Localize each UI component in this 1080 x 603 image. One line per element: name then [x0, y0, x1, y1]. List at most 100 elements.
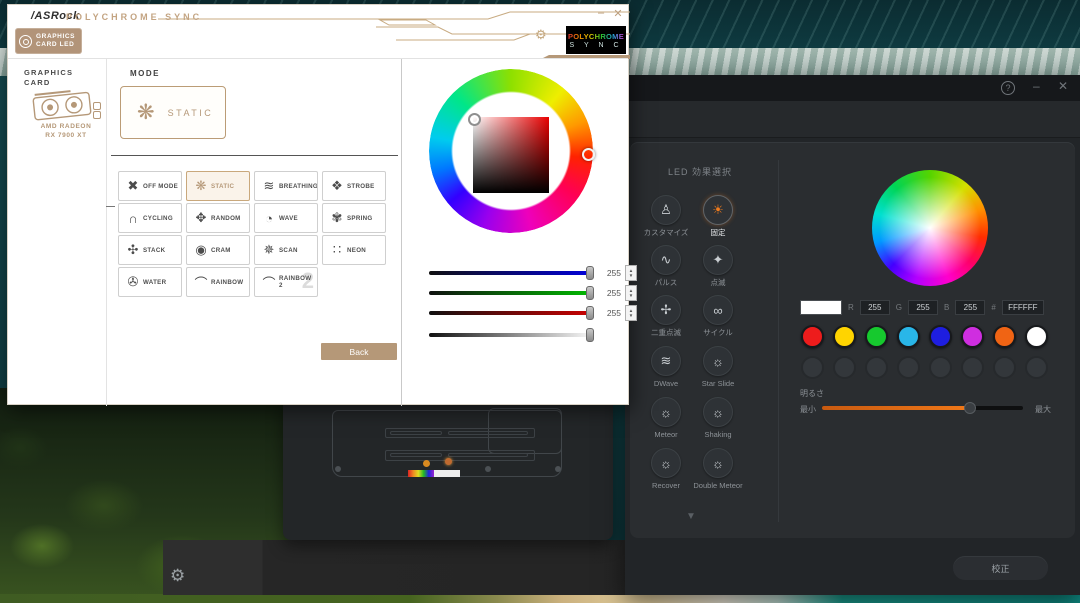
blue-spinner[interactable]: ▲▼ [625, 265, 637, 281]
settings-gear-icon[interactable]: ⚙ [170, 566, 185, 586]
graphics-card-led-button[interactable]: GRAPHICS CARD LED [15, 28, 82, 54]
palette-empty-slot[interactable] [865, 356, 888, 379]
green-slider-thumb[interactable] [586, 286, 594, 300]
g-label: G [896, 303, 902, 312]
mode-strobe[interactable]: ❖ STROBE [322, 171, 386, 201]
effect-double-blink[interactable]: ✢ 二重点滅 [640, 295, 692, 337]
close-icon[interactable]: ✕ [1058, 79, 1068, 93]
effect-recover[interactable]: ☼ Recover [640, 448, 692, 490]
palette-empty-slot[interactable] [1025, 356, 1048, 379]
pcie-slot-2 [385, 450, 535, 461]
selected-mode-button[interactable]: ❋ STATIC [120, 86, 226, 139]
sv-cursor[interactable] [468, 113, 481, 126]
effect-blink[interactable]: ✦ 点滅 [692, 245, 744, 287]
water-icon: ✇ [123, 274, 143, 290]
blue-slider-thumb[interactable] [586, 266, 594, 280]
help-icon[interactable]: ? [1001, 81, 1015, 95]
back-button[interactable]: Back [321, 343, 397, 360]
mode-stack[interactable]: ✣ STACK [118, 235, 182, 265]
expand-arrow-icon[interactable]: ▼ [686, 511, 696, 522]
palette-color-green[interactable] [865, 325, 888, 348]
cycle-icon: ∞ [713, 303, 722, 318]
random-icon: ✥ [191, 210, 211, 226]
mode-cycling[interactable]: ∩ CYCLING [118, 203, 182, 233]
settings-gear-icon[interactable]: ⚙ [535, 27, 547, 43]
r-input[interactable]: 255 [860, 300, 890, 315]
wave-icon: ◔ [259, 211, 279, 226]
mode-section-title: MODE [130, 69, 160, 78]
stack-icon: ✣ [123, 242, 143, 258]
blue-value: 255 [599, 268, 621, 278]
g-input[interactable]: 255 [908, 300, 938, 315]
breathing-icon: ≋ [259, 178, 279, 194]
saturation-value-square[interactable] [473, 117, 549, 193]
mode-static[interactable]: ❋ STATIC [186, 171, 250, 201]
effect-meteor[interactable]: ☼ Meteor [640, 397, 692, 439]
palette-empty-slot[interactable] [961, 356, 984, 379]
b-input[interactable]: 255 [955, 300, 985, 315]
hue-cursor[interactable] [582, 148, 595, 161]
palette-empty-slot[interactable] [993, 356, 1016, 379]
mode-spring[interactable]: ✾ SPRING [322, 203, 386, 233]
palette-empty-slot[interactable] [801, 356, 824, 379]
palette-empty-slot[interactable] [833, 356, 856, 379]
mode-rainbow[interactable]: ⌒ RAINBOW [186, 267, 250, 297]
minimize-button[interactable]: – [1033, 79, 1040, 93]
brightness-slider-thumb[interactable] [586, 328, 594, 342]
header-divider [8, 58, 628, 59]
color-wheel-disc[interactable] [872, 170, 988, 286]
palette-color-red[interactable] [801, 325, 824, 348]
led-utility-titlebar: ? – ✕ [625, 75, 1080, 101]
brightness-slider[interactable] [822, 406, 1023, 410]
person-icon: ♙ [660, 202, 672, 218]
palette-row [801, 325, 1048, 348]
mode-cram[interactable]: ◉ CRAM [186, 235, 250, 265]
cycling-icon: ∩ [123, 211, 143, 226]
palette-color-white[interactable] [1025, 325, 1048, 348]
effect-pulse[interactable]: ∿ パルス [640, 245, 692, 287]
green-spinner[interactable]: ▲▼ [625, 285, 637, 301]
mode-breathing[interactable]: ≋ BREATHING [254, 171, 318, 201]
mode-scan[interactable]: ✵ SCAN [254, 235, 318, 265]
mode-random[interactable]: ✥ RANDOM [186, 203, 250, 233]
mode-grid-divider [111, 155, 398, 156]
led-utility-window: ? – ✕ LED 効果選択 ♙ カスタマイズ ☀ 固定 ∿ パルス ✦ 点滅 … [625, 75, 1080, 595]
led-badge-icon [19, 35, 32, 48]
hex-input[interactable]: FFFFFF [1002, 300, 1044, 315]
spring-icon: ✾ [327, 210, 347, 226]
effect-double-meteor[interactable]: ☼ Double Meteor [692, 448, 744, 490]
close-icon[interactable]: ✕ [611, 7, 625, 20]
sparkle-icon: ✦ [713, 252, 724, 268]
mode-rainbow-2[interactable]: ⌒ RAINBOW 2 2 [254, 267, 318, 297]
mode-neon[interactable]: ∷ NEON [322, 235, 386, 265]
static-icon: ❋ [191, 178, 211, 194]
b-label: B [944, 303, 949, 312]
effect-cycle[interactable]: ∞ サイクル [692, 295, 744, 337]
red-slider-thumb[interactable] [586, 306, 594, 320]
effect-star-slide[interactable]: ☼ Star Slide [692, 346, 744, 388]
effect-customize[interactable]: ♙ カスタマイズ [640, 195, 692, 237]
green-value: 255 [599, 288, 621, 298]
effect-static[interactable]: ☀ 固定 [692, 195, 744, 237]
sidebar-divider [106, 59, 107, 406]
calibrate-button[interactable]: 校正 [953, 556, 1048, 580]
brightness-thumb[interactable] [964, 402, 976, 414]
sun-icon: ☼ [712, 354, 724, 369]
sync-link-icon[interactable] [93, 102, 101, 118]
palette-color-yellow[interactable] [833, 325, 856, 348]
palette-empty-slot[interactable] [929, 356, 952, 379]
palette-empty-slot[interactable] [897, 356, 920, 379]
palette-color-blue[interactable] [929, 325, 952, 348]
off-mode-icon: ✖ [123, 178, 143, 194]
sun-icon: ☀ [712, 202, 724, 218]
minimize-button[interactable]: – [594, 7, 608, 19]
palette-color-cyan[interactable] [897, 325, 920, 348]
red-spinner[interactable]: ▲▼ [625, 305, 637, 321]
palette-color-magenta[interactable] [961, 325, 984, 348]
mode-water[interactable]: ✇ WATER [118, 267, 182, 297]
mode-wave[interactable]: ◔ WAVE [254, 203, 318, 233]
mode-off-mode[interactable]: ✖ OFF MODE [118, 171, 182, 201]
palette-color-orange[interactable] [993, 325, 1016, 348]
effect-shaking[interactable]: ☼ Shaking [692, 397, 744, 439]
effect-dwave[interactable]: ≋ DWave [640, 346, 692, 388]
